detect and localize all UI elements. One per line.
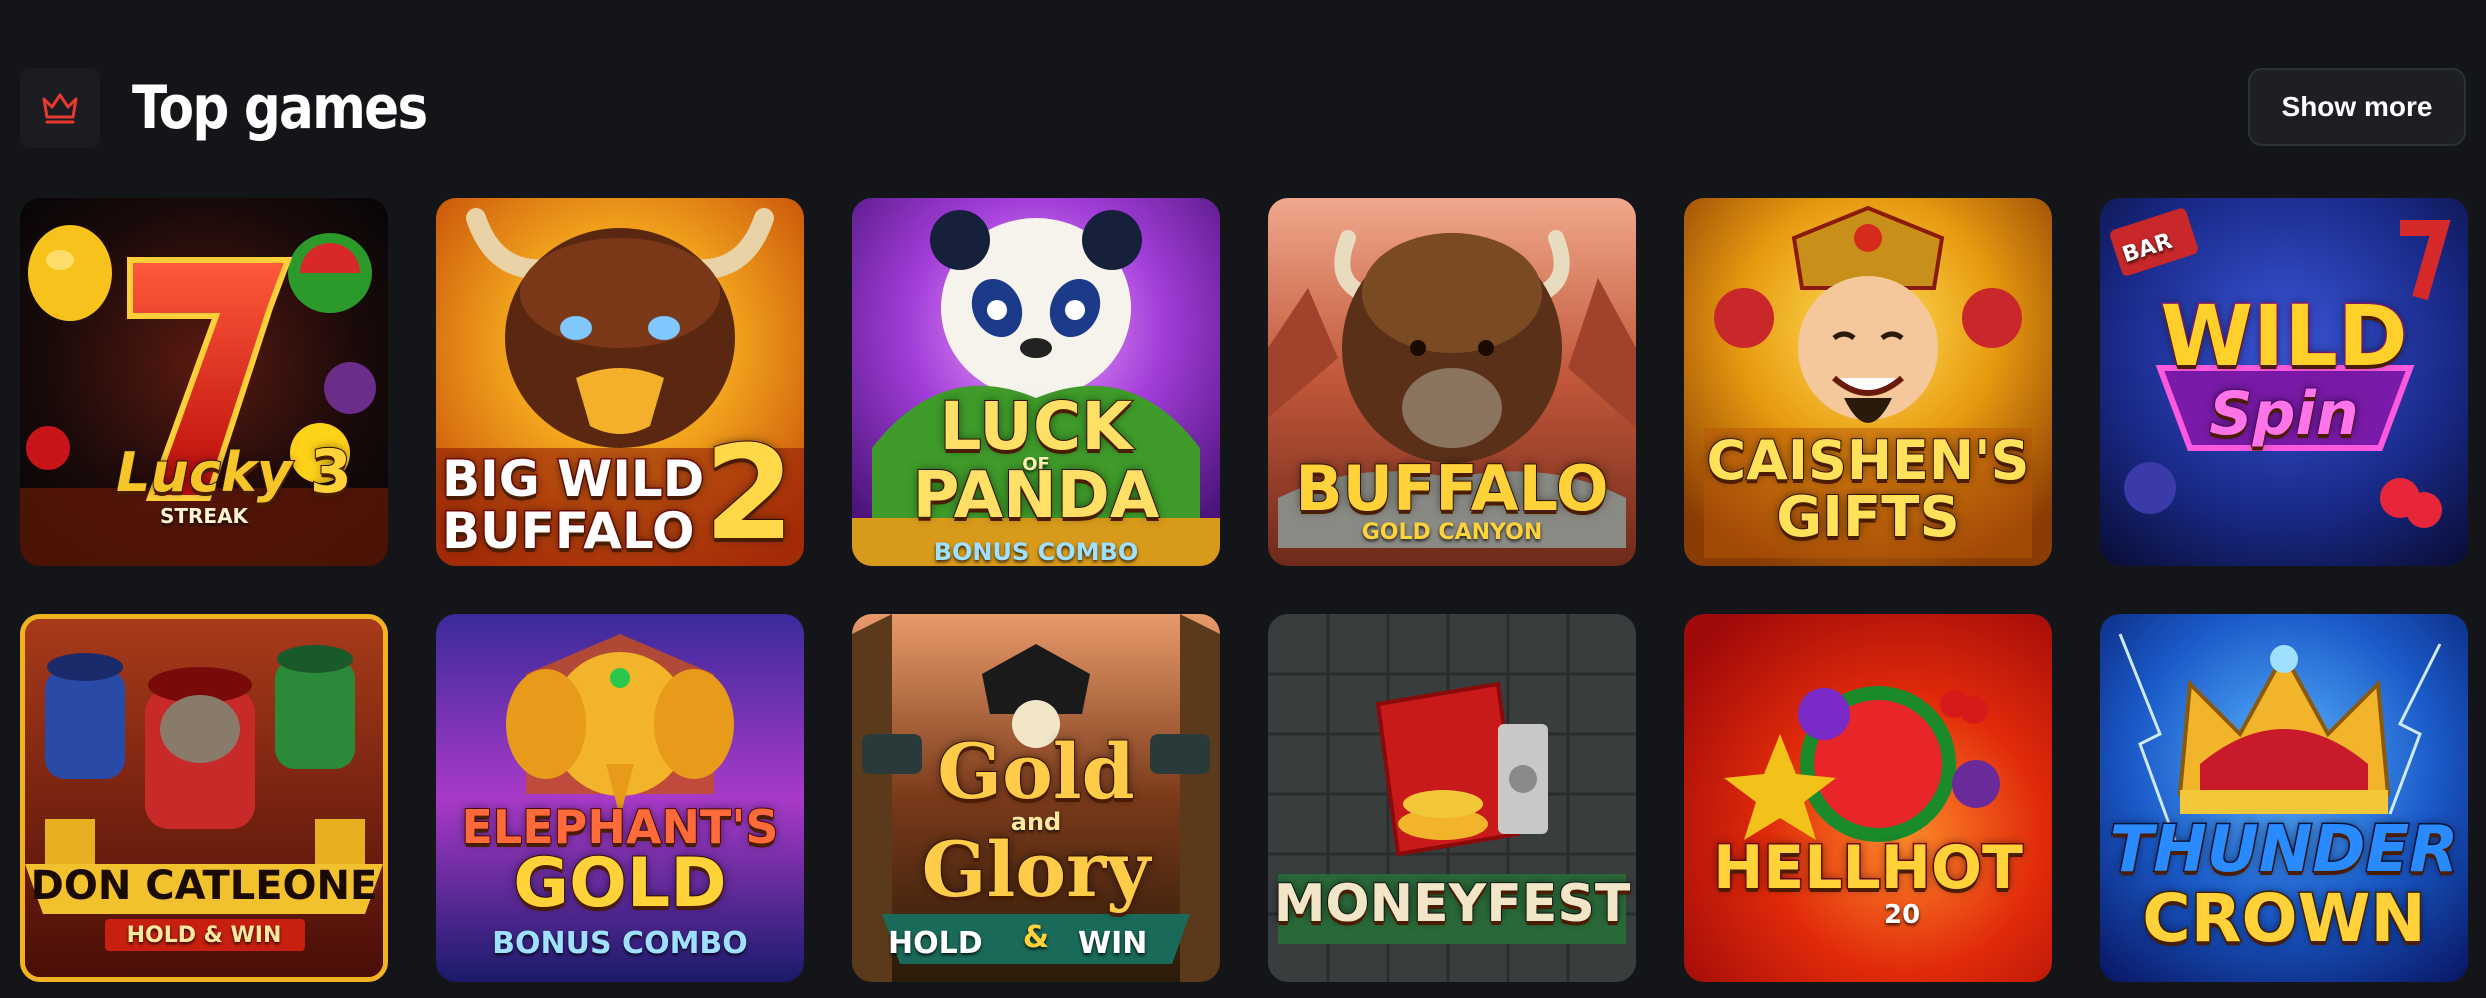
game-title-line2: Spin	[2208, 379, 2359, 449]
game-title-line4: BONUS COMBO	[933, 538, 1139, 566]
section-header: Top games Show more	[20, 68, 2466, 148]
show-more-button[interactable]: Show more	[2248, 68, 2466, 146]
game-tile-thunder-crown[interactable]: THUNDER CROWN	[2100, 614, 2468, 982]
game-title-line3: PANDA	[912, 459, 1161, 533]
game-tile-big-wild-buffalo-2[interactable]: BIG WILD BUFFALO 2	[436, 198, 804, 566]
game-title-line2: 3	[309, 437, 353, 507]
game-title-line2: HOLD & WIN	[126, 923, 282, 948]
game-tile-caishens-gifts[interactable]: CAISHEN'S GIFTS	[1684, 198, 2052, 566]
game-title-line1: DON CATLEONE	[30, 863, 378, 909]
game-tile-buffalo-gold-canyon[interactable]: BUFFALO GOLD CANYON	[1268, 198, 1636, 566]
section-title: Top games	[132, 73, 428, 143]
game-title-line1: HELLHOT	[1712, 833, 2025, 903]
games-grid: Lucky 3 STREAK BIG WILD BUFFALO 2 LUCK O…	[20, 198, 2468, 982]
game-tile-hellhot-20[interactable]: HELLHOT 20	[1684, 614, 2052, 982]
game-title-line1: Gold	[936, 727, 1136, 816]
game-title-line3: STREAK	[159, 504, 249, 528]
game-title-line1: CAISHEN'S	[1705, 429, 2030, 492]
game-artwork	[1684, 614, 2052, 982]
game-tile-gold-and-glory[interactable]: Gold and Glory HOLD & WIN	[852, 614, 1220, 982]
game-title-line2: GOLD CANYON	[1361, 520, 1543, 545]
game-title-line3: BONUS COMBO	[492, 926, 748, 961]
game-title-line1: WILD	[2159, 287, 2409, 385]
game-title-line1: THUNDER	[2108, 813, 2460, 887]
game-tile-wild-spin[interactable]: BAR WILD Spin	[2100, 198, 2468, 566]
game-tile-luck-of-panda[interactable]: LUCK OF PANDA BONUS COMBO	[852, 198, 1220, 566]
game-title-line2: GOLD	[512, 844, 727, 923]
crown-icon	[42, 93, 78, 124]
crown-badge	[20, 68, 100, 148]
game-title-line1: LUCK	[939, 388, 1134, 465]
game-tile-elephants-gold[interactable]: ELEPHANT'S GOLD BONUS COMBO	[436, 614, 804, 982]
game-tile-lucky-streak-3[interactable]: Lucky 3 STREAK	[20, 198, 388, 566]
game-title-line1: BUFFALO	[1294, 452, 1609, 525]
game-title-line1: BIG WILD	[440, 450, 705, 508]
game-title-line5: &	[1022, 920, 1050, 955]
game-title-line2: CROWN	[2141, 880, 2427, 957]
game-title-line2: 20	[1884, 900, 1921, 930]
game-title-line6: WIN	[1078, 926, 1148, 961]
game-title-line2: BUFFALO	[441, 502, 697, 560]
game-title-line2: GIFTS	[1775, 485, 1961, 550]
game-title-line3: 2	[703, 417, 795, 566]
game-title-line3: Glory	[921, 825, 1152, 914]
game-tile-moneyfest[interactable]: MONEYFEST	[1268, 614, 1636, 982]
game-title-line1: MONEYFEST	[1273, 874, 1632, 934]
game-tile-don-catleone[interactable]: DON CATLEONE HOLD & WIN	[20, 614, 388, 982]
